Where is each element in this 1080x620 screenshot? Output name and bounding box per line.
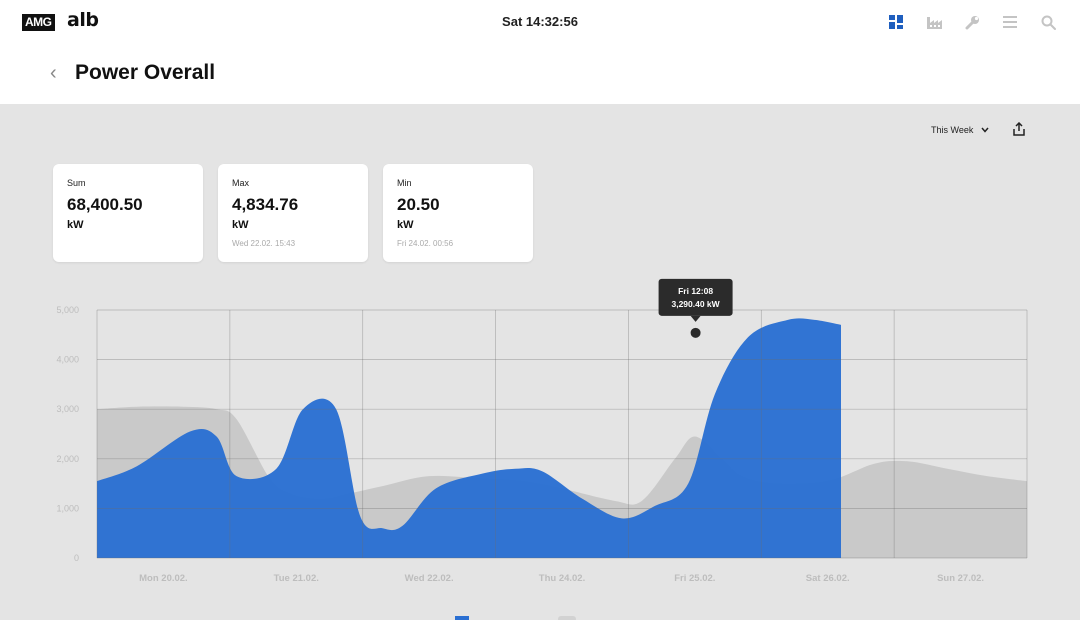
plot-area: [97, 310, 1027, 558]
x-tick-label: Sun 27.02.: [937, 573, 984, 584]
menu-icon[interactable]: [1000, 13, 1020, 31]
sum-label: Sum: [67, 178, 86, 188]
min-value: 20.50: [397, 195, 440, 214]
share-icon: [1013, 121, 1025, 136]
max-label: Max: [232, 178, 250, 188]
search-icon[interactable]: [1038, 13, 1058, 31]
y-tick-label: 1,000: [56, 503, 79, 513]
previous-week-area: [97, 406, 1027, 558]
x-tick-label: Thu 24.02.: [539, 573, 585, 584]
nav-icons: [886, 13, 1058, 31]
sum-value: 68,400.50: [67, 195, 143, 214]
max-card: Max 4,834.76 kW Wed 22.02. 15:43: [218, 164, 368, 262]
min-unit: kW: [397, 219, 414, 231]
min-card: Min 20.50 kW Fri 24.02. 00:56: [383, 164, 533, 262]
min-timestamp: Fri 24.02. 00:56: [397, 239, 454, 248]
tooltip-time: Fri 12:08: [678, 286, 713, 296]
x-tick-label: Wed 22.02.: [405, 573, 454, 584]
y-tick-label: 2,000: [56, 454, 79, 464]
time-range-dropdown[interactable]: This Week: [931, 125, 989, 135]
y-tick-label: 3,000: [56, 404, 79, 414]
y-tick-label: 5,000: [56, 305, 79, 315]
y-tick-label: 4,000: [56, 355, 79, 365]
x-tick-label: Tue 21.02.: [274, 573, 319, 584]
max-timestamp: Wed 22.02. 15:43: [232, 239, 296, 248]
time-range-label: This Week: [931, 125, 974, 135]
sum-unit: kW: [67, 219, 84, 231]
chevron-down-icon: [981, 127, 989, 133]
dashboard-icon[interactable]: [886, 13, 906, 31]
x-tick-label: Sat 26.02.: [806, 573, 850, 584]
max-value: 4,834.76: [232, 195, 299, 214]
legend-swatch-previous: [558, 616, 576, 620]
factory-icon[interactable]: [924, 13, 944, 31]
max-unit: kW: [232, 219, 249, 231]
back-button[interactable]: ‹: [50, 62, 57, 85]
y-tick-label: 0: [74, 553, 79, 563]
top-bar: AMG alb Sat 14:32:56 ‹ Power Overall: [0, 0, 1080, 104]
page-title: Power Overall: [75, 61, 216, 84]
tooltip-point: [690, 327, 701, 338]
tooltip-pointer: [690, 315, 701, 322]
current-week-area: [97, 318, 841, 558]
x-tick-label: Fri 25.02.: [674, 573, 715, 584]
share-button[interactable]: [1012, 121, 1026, 141]
wrench-icon[interactable]: [962, 13, 982, 31]
min-label: Min: [397, 178, 412, 188]
tooltip-box: [658, 278, 733, 316]
x-tick-label: Mon 20.02.: [139, 573, 188, 584]
tooltip-value: 3,290.40 kW: [671, 299, 720, 309]
legend-swatch-current: [455, 616, 469, 620]
sum-card: Sum 68,400.50 kW: [53, 164, 203, 262]
